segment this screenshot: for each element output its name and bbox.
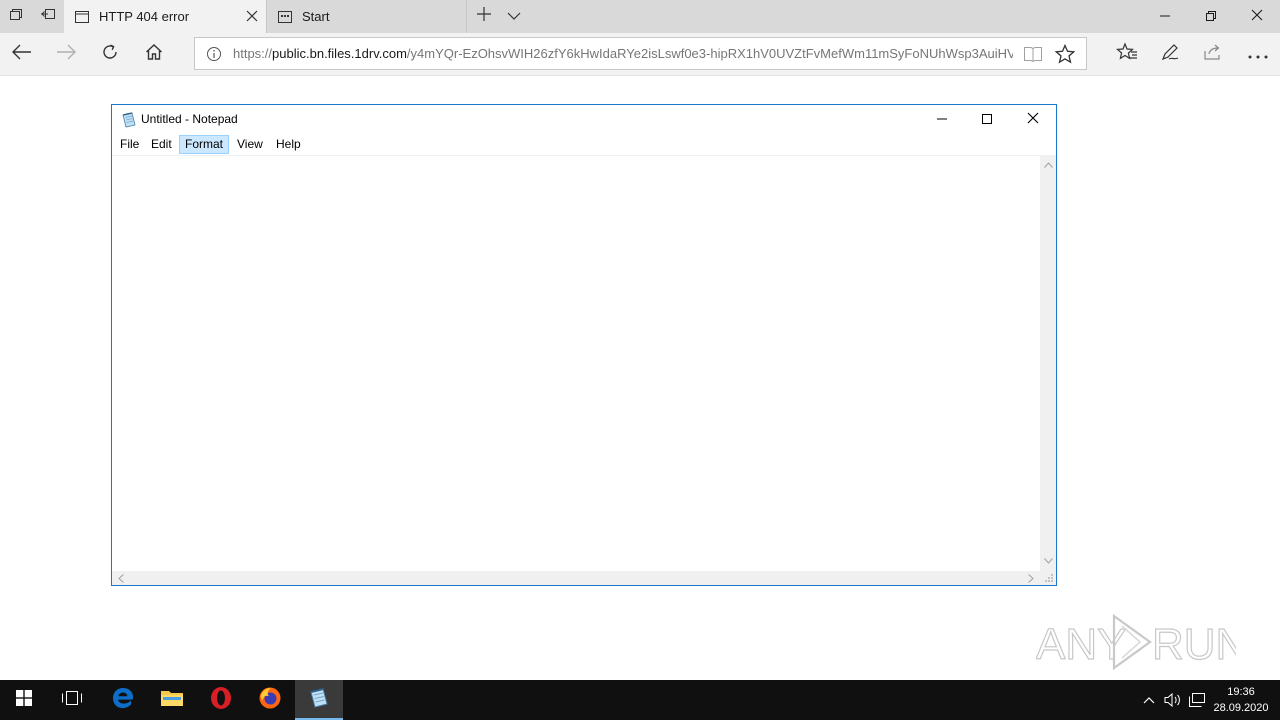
- notepad-maximize-button[interactable]: [964, 105, 1010, 134]
- tab-preview-button[interactable]: [498, 0, 530, 33]
- task-view-icon: [61, 690, 83, 711]
- any-run-watermark: ANY RUN: [1035, 612, 1248, 671]
- notepad-icon: [307, 686, 331, 715]
- notepad-window: Untitled - Notepad File Edit Format View…: [111, 104, 1057, 586]
- tab-http-404-error[interactable]: HTTP 404 error: [64, 0, 266, 33]
- taskbar-firefox[interactable]: [246, 680, 294, 720]
- refresh-icon: [101, 43, 119, 66]
- share-button[interactable]: [1191, 33, 1235, 76]
- reading-view-icon[interactable]: [1022, 43, 1044, 65]
- settings-more-button[interactable]: [1236, 33, 1280, 76]
- maximize-icon: [982, 111, 992, 129]
- menu-help[interactable]: Help: [270, 135, 307, 154]
- page-icon: [74, 9, 90, 25]
- firefox-icon: [258, 686, 282, 715]
- network-icon[interactable]: [1187, 690, 1207, 710]
- show-hidden-icons-chevron-up-icon[interactable]: [1139, 690, 1159, 710]
- notes-button[interactable]: [1148, 33, 1192, 76]
- notepad-title-bar[interactable]: Untitled - Notepad: [112, 105, 1056, 134]
- resize-grip-icon[interactable]: [1040, 571, 1056, 585]
- menu-view[interactable]: View: [231, 135, 269, 154]
- back-button[interactable]: [0, 33, 44, 76]
- volume-icon[interactable]: [1163, 690, 1183, 710]
- url-scheme: https://: [233, 46, 273, 61]
- tab-start[interactable]: Start: [266, 0, 466, 33]
- restore-icon: [1206, 8, 1216, 26]
- menu-edit[interactable]: Edit: [145, 135, 178, 154]
- restore-button[interactable]: [1188, 0, 1234, 33]
- notepad-text-area[interactable]: [112, 155, 1040, 571]
- close-icon: [1251, 8, 1263, 26]
- minimize-icon: [1160, 8, 1170, 26]
- refresh-button[interactable]: [88, 33, 132, 76]
- scroll-down-arrow-icon[interactable]: [1042, 555, 1054, 567]
- clock-date: 28.09.2020: [1213, 702, 1269, 714]
- taskbar-edge[interactable]: [99, 680, 147, 720]
- scroll-right-arrow-icon[interactable]: [1025, 572, 1037, 584]
- notepad-menu-bar: File Edit Format View Help: [112, 134, 1056, 155]
- pen-icon: [1160, 42, 1180, 67]
- chevron-down-icon: [507, 8, 521, 26]
- tab-manager-icon: [8, 6, 24, 27]
- watermark-text-right: RUN: [1152, 620, 1236, 669]
- set-aside-icon: [40, 6, 56, 27]
- notepad-icon: [121, 112, 137, 128]
- opera-icon: [209, 686, 233, 715]
- back-arrow-icon: [12, 44, 32, 65]
- url-path: /y4mYQr-EzOhsvWIH26zfY6kHwIdaRYe2isLswf0…: [406, 46, 1013, 61]
- site-info-icon[interactable]: [205, 45, 223, 63]
- share-icon: [1203, 43, 1223, 66]
- edge-icon: [111, 686, 135, 715]
- set-aside-tabs-button[interactable]: [32, 0, 64, 33]
- start-button[interactable]: [0, 680, 48, 720]
- task-view-button[interactable]: [48, 680, 96, 720]
- address-bar[interactable]: https://public.bn.files.1drv.com/y4mYQr-…: [194, 37, 1087, 70]
- close-button[interactable]: [1234, 0, 1280, 33]
- scroll-left-arrow-icon[interactable]: [115, 572, 127, 584]
- start-page-icon: [277, 9, 293, 25]
- url-text[interactable]: https://public.bn.files.1drv.com/y4mYQr-…: [233, 46, 1013, 61]
- close-tab-icon[interactable]: [244, 8, 260, 24]
- notepad-title: Untitled - Notepad: [141, 112, 238, 126]
- home-button[interactable]: [132, 33, 176, 76]
- notepad-close-button[interactable]: [1010, 105, 1056, 134]
- home-icon: [145, 43, 163, 66]
- system-clock[interactable]: 19:36 28.09.2020: [1208, 684, 1274, 716]
- close-icon: [1027, 111, 1039, 129]
- taskbar-file-explorer[interactable]: [148, 680, 196, 720]
- forward-button[interactable]: [44, 33, 88, 76]
- url-host: public.bn.files.1drv.com: [272, 46, 407, 61]
- windows-start-icon: [16, 689, 32, 711]
- browser-tab-strip: HTTP 404 error Start: [0, 0, 1280, 33]
- notepad-minimize-button[interactable]: [919, 105, 965, 134]
- tab-label: HTTP 404 error: [99, 9, 190, 24]
- favorites-hub-button[interactable]: [1105, 33, 1149, 76]
- clock-time: 19:36: [1227, 686, 1255, 698]
- forward-arrow-icon: [56, 44, 76, 65]
- add-favorite-star-icon[interactable]: [1053, 43, 1077, 65]
- scroll-up-arrow-icon[interactable]: [1042, 159, 1054, 171]
- tab-manager-button[interactable]: [0, 0, 32, 33]
- plus-icon: [476, 7, 491, 26]
- browser-navigation-bar: https://public.bn.files.1drv.com/y4mYQr-…: [0, 33, 1280, 76]
- tab-label: Start: [302, 9, 330, 24]
- favorites-hub-icon: [1116, 42, 1138, 67]
- new-tab-button[interactable]: [466, 0, 500, 33]
- minimize-button[interactable]: [1142, 0, 1188, 33]
- menu-format[interactable]: Format: [179, 135, 230, 154]
- vertical-scrollbar[interactable]: [1040, 155, 1056, 571]
- minimize-icon: [937, 111, 947, 129]
- file-explorer-icon: [160, 688, 184, 713]
- horizontal-scrollbar[interactable]: [112, 571, 1040, 585]
- menu-file[interactable]: File: [114, 135, 145, 154]
- windows-taskbar: 19:36 28.09.2020: [0, 680, 1280, 720]
- screen: HTTP 404 error Start https://public.bn.f…: [0, 0, 1280, 720]
- taskbar-notepad[interactable]: [295, 680, 343, 720]
- more-dots-icon: [1248, 46, 1268, 64]
- taskbar-opera[interactable]: [197, 680, 245, 720]
